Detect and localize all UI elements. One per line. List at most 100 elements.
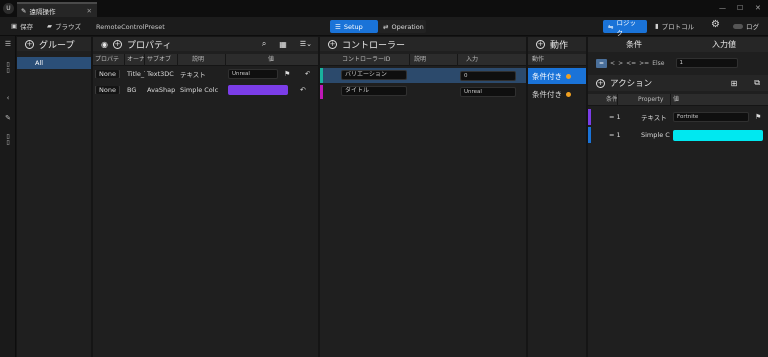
controller-id-field[interactable]: バリエーション — [341, 69, 407, 80]
sliders-icon[interactable]: ☰ — [2, 40, 14, 48]
actions-section-header: + アクション ⊞ ⧉ — [588, 75, 768, 91]
logic-action-row[interactable]: = 1 Simple C — [588, 127, 768, 143]
exposed-tab-icon[interactable]: ▯ ▯ — [2, 62, 14, 74]
op-less[interactable]: < — [610, 60, 615, 67]
flag-icon[interactable]: ⚑ — [753, 113, 767, 121]
operation-icon: ⇄ — [383, 22, 389, 31]
action-row[interactable]: 条件付き — [528, 86, 586, 102]
op-else[interactable]: Else — [652, 60, 664, 67]
col-header-expression[interactable]: 条件式 — [588, 93, 618, 106]
controller-input-field[interactable]: 0 — [460, 70, 516, 81]
color-swatch-cyan[interactable] — [673, 129, 763, 141]
reset-icon[interactable]: ↶ — [292, 86, 306, 94]
col-header-subobject[interactable]: サブオブ — [145, 53, 178, 66]
logic-panel: 条件 入力値 = < > <= >= Else 1 + アクション ⊞ ⧉ 条件… — [588, 37, 768, 357]
input-value-field[interactable]: 1 — [675, 58, 738, 68]
controller-row[interactable]: タイトル Unreal — [320, 85, 526, 99]
document-tab[interactable]: ✎ 遠隔操作 ✕ — [17, 2, 97, 17]
log-button[interactable]: ログ — [733, 21, 759, 31]
grid-view-icon[interactable]: ▦ — [279, 40, 287, 49]
col-header-owner[interactable]: オーナ — [125, 53, 145, 66]
save-icon: ▣ — [11, 22, 18, 30]
logic-button[interactable]: ⇋ ロジック — [603, 19, 647, 37]
preset-name: RemoteControlPreset — [96, 23, 165, 31]
col-header-controller-id[interactable]: コントローラーID — [320, 53, 410, 66]
add-field-icon[interactable]: ⊞ — [731, 79, 738, 88]
controller-id-field[interactable]: タイトル — [341, 86, 407, 96]
group-panel-header: + グループ — [17, 37, 91, 51]
flag-icon[interactable]: ⚑ — [282, 70, 296, 78]
add-action-icon[interactable]: + — [536, 39, 545, 49]
op-less-equal[interactable]: <= — [626, 60, 636, 67]
group-panel-title: グループ — [39, 40, 75, 51]
unreal-logo-icon[interactable]: U — [3, 3, 14, 14]
controller-table-header: コントローラーID 説明 入力 — [320, 53, 526, 66]
expression-cell: = 1 — [609, 113, 621, 121]
action-status-dot — [566, 73, 571, 79]
condition-header: 条件 — [626, 40, 642, 49]
property-row[interactable]: None Title_T Text3DC テキスト Unreal ⚑ ↶ — [93, 67, 318, 81]
add-property-icon[interactable]: + — [112, 39, 122, 49]
add-action-item-icon[interactable]: + — [596, 78, 605, 88]
setup-mode-button[interactable]: ☰ Setup — [330, 20, 378, 33]
search-icon[interactable]: ⌕ — [262, 39, 266, 49]
log-label: ログ — [746, 23, 759, 31]
expose-chip[interactable]: None — [95, 86, 120, 94]
controller-input-field[interactable]: Unreal — [460, 87, 516, 97]
group-panel: + グループ All — [17, 37, 91, 357]
minimize-icon[interactable]: — — [719, 4, 726, 12]
actions-panel-header: + 動作 — [528, 37, 586, 51]
col-header-value[interactable]: 値 — [226, 54, 318, 66]
actions-panel-title: 動作 — [550, 40, 569, 51]
col-header-controller-input[interactable]: 入力 — [458, 54, 526, 66]
edit-pencil-icon[interactable]: ✎ — [2, 114, 14, 122]
col-header-value[interactable]: 値 — [671, 94, 768, 106]
op-greater[interactable]: > — [618, 60, 623, 67]
close-tab-icon[interactable]: ✕ — [87, 7, 92, 15]
protocol-button[interactable]: ▮ プロトコル — [655, 21, 694, 31]
actions-section-title: アクション — [610, 79, 653, 89]
operation-mode-button[interactable]: ⇄ Operation — [378, 20, 426, 33]
group-item-all[interactable]: All — [17, 57, 91, 69]
document-tab-title: 遠隔操作 — [29, 7, 56, 16]
palette-icon[interactable]: ◉ — [101, 40, 108, 49]
action-row-selected[interactable]: 条件付き — [528, 68, 586, 84]
reset-icon[interactable]: ↶ — [296, 70, 310, 78]
col-header-description[interactable]: 説明 — [178, 53, 226, 66]
logic-action-row[interactable]: = 1 テキスト Fortnite ⚑ — [588, 109, 768, 125]
col-header-property[interactable]: Property — [618, 93, 671, 106]
settings-gear-icon[interactable]: ⚙ — [711, 19, 720, 30]
logic-header: 条件 入力値 — [588, 37, 768, 52]
actions-column-header[interactable]: 動作 — [528, 54, 586, 66]
maximize-icon[interactable]: ☐ — [737, 4, 743, 12]
controller-row-selected[interactable]: バリエーション 0 — [320, 68, 526, 83]
expression-cell: = 1 — [609, 131, 621, 139]
close-window-icon[interactable]: ✕ — [755, 4, 761, 12]
browse-button[interactable]: ▰ ブラウズ — [47, 21, 81, 31]
op-greater-equal[interactable]: >= — [639, 60, 649, 67]
col-header-controller-description[interactable]: 説明 — [410, 53, 458, 66]
filter-icon[interactable]: ☰⌄ — [300, 40, 312, 48]
add-group-icon[interactable]: + — [25, 39, 34, 49]
property-row[interactable]: None BG AvaShap Simple Colc ↶ — [93, 83, 318, 97]
value-text-field[interactable]: Unreal — [228, 69, 278, 79]
action-value-field[interactable]: Fortnite — [673, 112, 749, 122]
logic-actions-table-header: 条件式 Property 値 — [588, 93, 768, 106]
expose-chip[interactable]: None — [95, 70, 120, 78]
op-equals[interactable]: = — [596, 58, 608, 68]
copy-icon[interactable]: ⧉ — [754, 78, 760, 88]
folder-icon: ▰ — [47, 22, 52, 30]
details-tab-icon[interactable]: ▯ ▯ — [2, 134, 14, 146]
subobject-cell: Text3DC — [147, 70, 174, 78]
color-swatch-purple[interactable] — [228, 85, 288, 95]
save-button[interactable]: ▣ 保存 — [11, 21, 33, 31]
action-label: 条件付き — [532, 71, 562, 81]
condition-operator-row: = < > <= >= Else 1 — [588, 53, 768, 73]
protocol-label: プロトコル — [661, 23, 695, 31]
actions-panel: + 動作 動作 条件付き 条件付き — [528, 37, 586, 357]
left-side-toolbar: ☰ ▯ ▯ ‹ ✎ ▯ ▯ — [0, 36, 16, 357]
col-header-expose[interactable]: プロパテ — [93, 53, 125, 66]
collapse-chevron-icon[interactable]: ‹ — [2, 94, 14, 102]
add-controller-icon[interactable]: + — [328, 39, 337, 49]
property-cell: テキスト — [641, 114, 667, 122]
